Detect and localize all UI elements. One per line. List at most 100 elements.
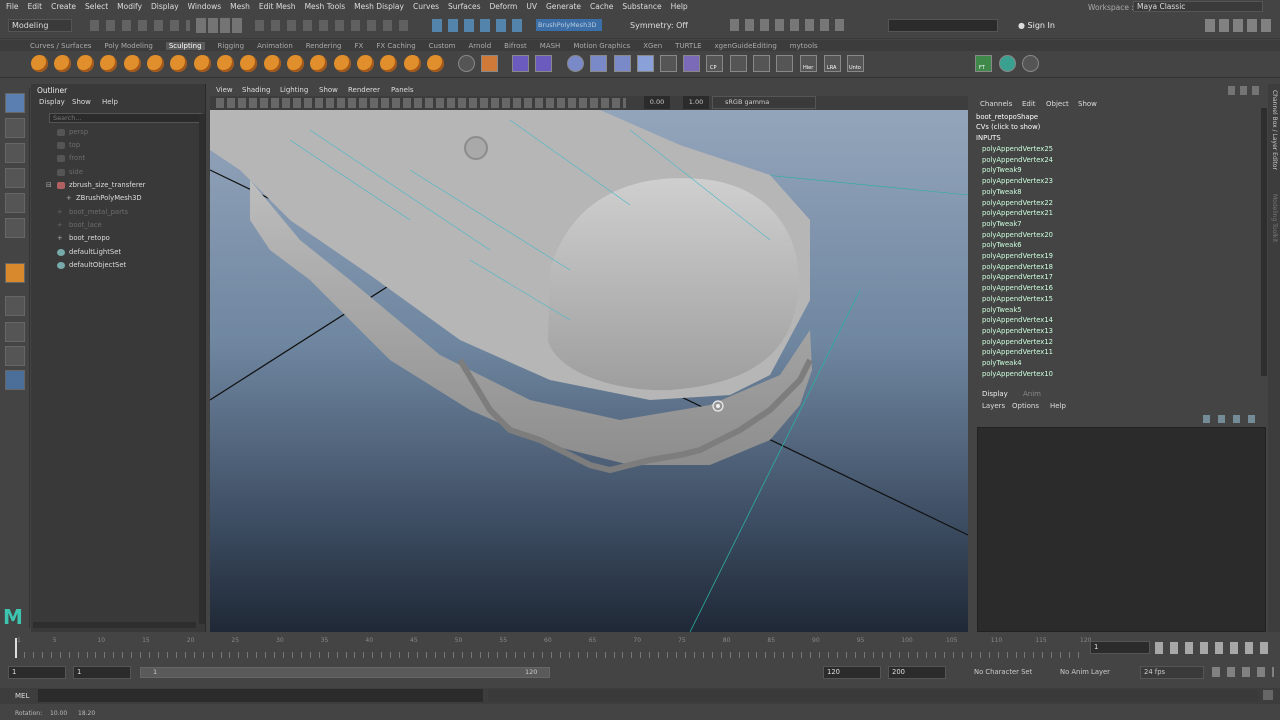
eraser-icon[interactable] [637, 55, 654, 72]
single-pane-icon[interactable] [5, 296, 25, 316]
layer-menu-layers[interactable]: Layers [982, 402, 1005, 410]
anim-layer-dropdown[interactable]: No Anim Layer [1046, 666, 1136, 679]
range-inner-start-field[interactable]: 1 [73, 666, 131, 679]
scale-tool-icon[interactable] [5, 218, 25, 238]
channelbox-input-node[interactable]: polyAppendVertex22 [982, 198, 1053, 208]
menu-curves[interactable]: Curves [413, 2, 439, 11]
outliner-item-boot-lace[interactable]: + boot_lace [31, 219, 196, 232]
menu-mesh-display[interactable]: Mesh Display [354, 2, 404, 11]
select-tool-icon[interactable] [5, 93, 25, 113]
timeline-ruler[interactable]: 1 5 10 15 20 25 30 35 40 45 50 55 60 65 70 75 80 85 90 95 10… [0, 634, 1091, 662]
menu-mesh-tools[interactable]: Mesh Tools [305, 2, 346, 11]
channelbox-input-node[interactable]: polyTweak6 [982, 240, 1022, 250]
stamp-icon[interactable] [481, 55, 498, 72]
tab-curves-surfaces[interactable]: Curves / Surfaces [30, 42, 91, 50]
layer-tab-display[interactable]: Display [982, 390, 1008, 398]
menu-edit-mesh[interactable]: Edit Mesh [259, 2, 296, 11]
channelbox-cvs[interactable]: CVs (click to show) [976, 122, 1040, 132]
ft-icon[interactable]: FT [975, 55, 992, 72]
channelbox-shape-name[interactable]: boot_retopoShape [976, 112, 1038, 122]
tab-xgenguideediting[interactable]: xgenGuideEditing [715, 42, 777, 50]
mask-icon[interactable] [512, 55, 529, 72]
colorspace-dropdown[interactable]: sRGB gamma [712, 96, 816, 109]
outliner-item-boot-retopo[interactable]: + boot_retopo [31, 232, 196, 245]
freeze-brush-icon[interactable] [427, 55, 444, 72]
outliner-item-persp[interactable]: persp [31, 126, 196, 139]
component-mask-icons[interactable] [255, 20, 415, 31]
character-set-dropdown[interactable]: No Character Set [960, 666, 1040, 679]
viewport-menu-show[interactable]: Show [319, 86, 338, 94]
channelbox-menu-channels[interactable]: Channels [980, 100, 1012, 108]
repeat-brush-icon[interactable] [217, 55, 234, 72]
hier-icon[interactable]: Hier [800, 55, 817, 72]
tab-rendering[interactable]: Rendering [306, 42, 342, 50]
outliner-menu-display[interactable]: Display [39, 98, 65, 106]
tab-sculpting[interactable]: Sculpting [165, 41, 205, 50]
plus-icon[interactable]: + [57, 219, 63, 232]
tab-poly-modeling[interactable]: Poly Modeling [104, 42, 152, 50]
menu-create[interactable]: Create [51, 2, 76, 11]
last-tool-icon[interactable] [5, 263, 25, 283]
menu-file[interactable]: File [6, 2, 19, 11]
outliner-pane-icon[interactable] [5, 370, 25, 390]
outliner-item-defaultobjectset[interactable]: defaultObjectSet [31, 259, 196, 272]
outliner-search-input[interactable]: Search... [49, 113, 202, 123]
side-tab-modeling-toolkit[interactable]: Modeling Toolkit [1270, 194, 1278, 264]
tab-xgen[interactable]: XGen [643, 42, 662, 50]
node-tool-icon[interactable] [1022, 55, 1039, 72]
tab-motion-graphics[interactable]: Motion Graphics [573, 42, 630, 50]
playback-controls-icons[interactable] [1155, 642, 1273, 654]
plus-icon[interactable]: + [66, 192, 72, 205]
amplify-brush-icon[interactable] [404, 55, 421, 72]
foamy-brush-icon[interactable] [170, 55, 187, 72]
channelbox-input-node[interactable]: polyTweak8 [982, 187, 1022, 197]
smear-brush-icon[interactable] [357, 55, 374, 72]
smooth-brush-icon[interactable] [54, 55, 71, 72]
settings-gear-icon[interactable] [458, 55, 475, 72]
tab-mash[interactable]: MASH [540, 42, 561, 50]
channelbox-input-node[interactable]: polyTweak7 [982, 219, 1022, 229]
file-icons[interactable] [90, 20, 190, 31]
pinch-brush-icon[interactable] [124, 55, 141, 72]
quick-rename-field[interactable] [888, 19, 998, 32]
channelbox-scrollbar[interactable] [1261, 108, 1267, 376]
channelbox-input-node[interactable]: polyAppendVertex23 [982, 176, 1053, 186]
channelbox-menu-object[interactable]: Object [1046, 100, 1069, 108]
current-time-marker[interactable] [15, 638, 17, 658]
tab-fx[interactable]: FX [355, 42, 364, 50]
range-max-field[interactable]: 200 [888, 666, 946, 679]
viewport-menu-renderer[interactable]: Renderer [348, 86, 380, 94]
plus-icon[interactable]: + [57, 206, 63, 219]
viewport-menu-panels[interactable]: Panels [391, 86, 414, 94]
range-start-field[interactable]: 1 [8, 666, 66, 679]
menu-surfaces[interactable]: Surfaces [448, 2, 480, 11]
paint-select-tool-icon[interactable] [5, 143, 25, 163]
layer-action-icons[interactable] [1203, 415, 1261, 423]
layers-icon[interactable] [614, 55, 631, 72]
render-icons[interactable] [730, 19, 850, 31]
menu-deform[interactable]: Deform [489, 2, 517, 11]
viewport-menu-lighting[interactable]: Lighting [280, 86, 308, 94]
channelbox-input-node[interactable]: polyAppendVertex15 [982, 294, 1053, 304]
range-end-field[interactable]: 120 [823, 666, 881, 679]
tab-rigging[interactable]: Rigging [218, 42, 245, 50]
outliner-menu-help[interactable]: Help [102, 98, 118, 106]
teal-tool-icon[interactable] [999, 55, 1016, 72]
flatten-brush-icon[interactable] [147, 55, 164, 72]
wax-brush-icon[interactable] [264, 55, 281, 72]
channelbox-input-node[interactable]: polyAppendVertex18 [982, 262, 1053, 272]
outliner-item-boot-metal-parts[interactable]: + boot_metal_parts [31, 206, 196, 219]
tab-animation[interactable]: Animation [257, 42, 293, 50]
knife-brush-icon[interactable] [334, 55, 351, 72]
curve-icon[interactable] [776, 55, 793, 72]
outliner-item-zbrush-size-transferer[interactable]: ⊟ zbrush_size_transferer [31, 179, 196, 192]
channelbox-input-node[interactable]: polyAppendVertex20 [982, 230, 1053, 240]
outliner-item-front[interactable]: front [31, 152, 196, 165]
channelbox-input-node[interactable]: polyTweak9 [982, 165, 1022, 175]
unto-icon[interactable]: Unto [847, 55, 864, 72]
pen-icon[interactable] [660, 55, 677, 72]
channelbox-input-node[interactable]: polyAppendVertex11 [982, 347, 1053, 357]
menu-mesh[interactable]: Mesh [230, 2, 250, 11]
lra-icon[interactable]: LRA [824, 55, 841, 72]
bulge-brush-icon[interactable] [380, 55, 397, 72]
